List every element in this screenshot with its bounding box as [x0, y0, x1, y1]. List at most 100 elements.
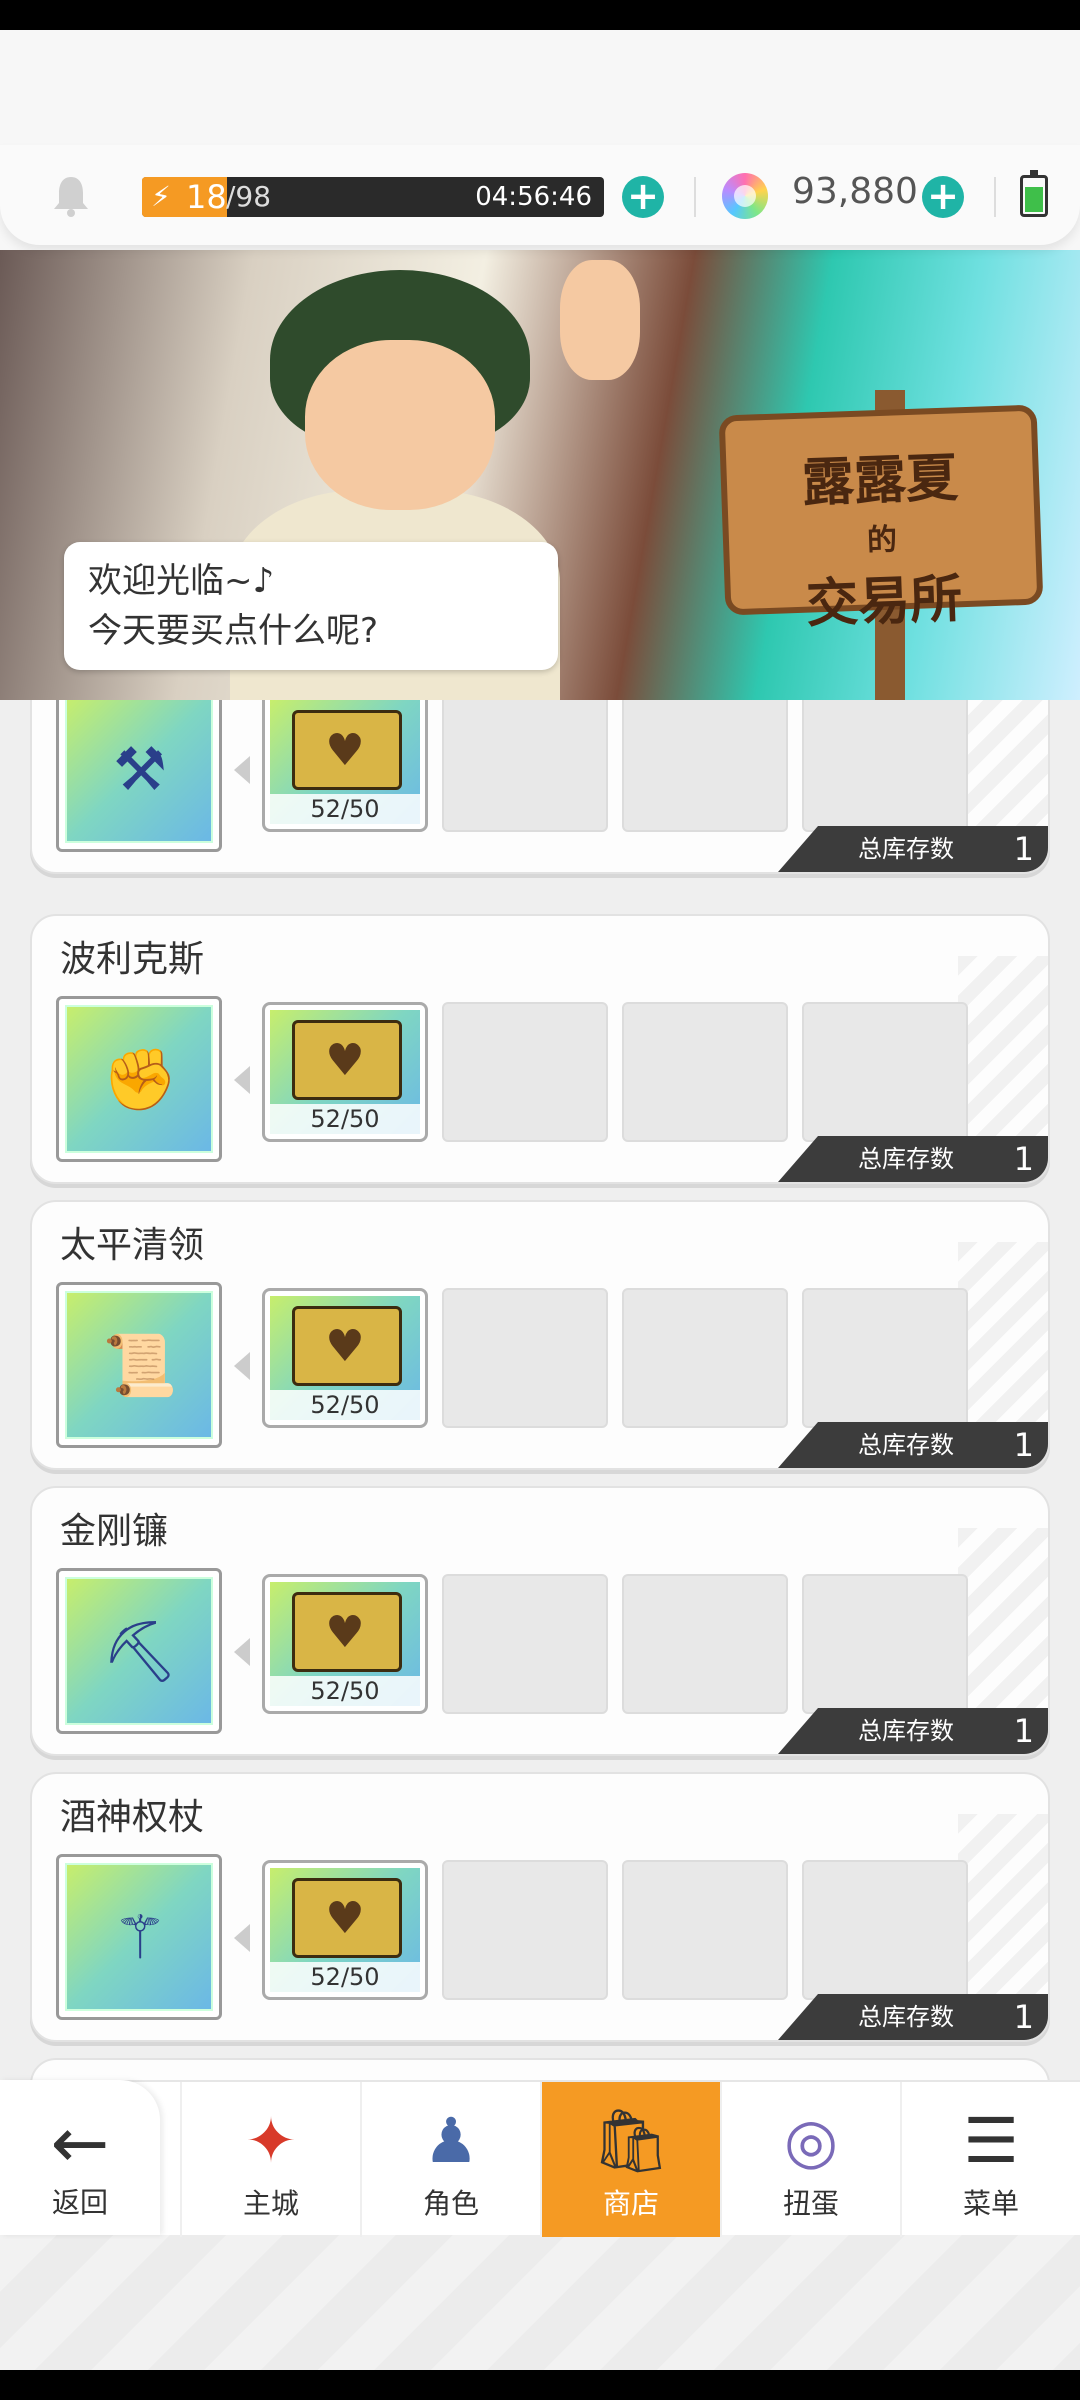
nav-label: 扭蛋	[782, 2187, 839, 2220]
back-label: 返回	[51, 2186, 108, 2219]
card-decoration	[958, 1814, 1048, 2014]
empty-slot	[802, 1860, 968, 2000]
sign-line-1: 露露夏	[800, 448, 959, 514]
item-name: 金刚镰	[60, 1511, 169, 1552]
arrow-left-icon	[234, 756, 250, 784]
shopkeeper-face	[305, 340, 495, 510]
shop-item-card[interactable]: ⚒ ♥ 52/50 总库存数 1	[30, 700, 1050, 874]
add-energy-button[interactable]: +	[622, 176, 664, 218]
shop-banner: 露露夏 的 交易所 欢迎光临~♪ 今天要买点什么呢?	[0, 250, 1080, 700]
lightning-icon: ⚡	[142, 177, 180, 217]
item-slot[interactable]: ⚚	[56, 1854, 222, 2020]
speech-bubble: 欢迎光临~♪ 今天要买点什么呢?	[64, 542, 558, 670]
card-decoration	[958, 700, 1048, 846]
empty-slot	[442, 700, 608, 832]
item-slot[interactable]: ⚒	[56, 700, 222, 852]
shop-item-card[interactable]: 金刚镰 ⛏ ♥ 52/50 总库存数 1	[30, 1486, 1050, 1756]
add-gems-button[interactable]: +	[922, 176, 964, 218]
material-count: 52/50	[270, 1104, 420, 1134]
divider	[694, 177, 696, 217]
item-slot[interactable]: ✊	[56, 996, 222, 1162]
shop-sign: 露露夏 的 交易所	[718, 404, 1044, 635]
card-decoration	[958, 1528, 1048, 1728]
bottom-nav: ✦ 主城 ♟ 角色 🛍 商店 ◎ 扭蛋 ☰ 菜单	[0, 2080, 1080, 2237]
material-count: 52/50	[270, 1390, 420, 1420]
item-slot[interactable]: 📜	[56, 1282, 222, 1448]
stock-label: 总库存数	[858, 2003, 954, 2031]
character-icon: ♟	[423, 2104, 479, 2177]
greeting-line-1: 欢迎光临~♪	[88, 561, 275, 601]
bell-icon[interactable]	[50, 173, 92, 217]
empty-slot	[442, 1002, 608, 1142]
energy-bar: ⚡ 18 /98 04:56:46	[142, 177, 604, 217]
energy-max: /98	[226, 180, 272, 213]
system-status-bar	[0, 0, 1080, 30]
empty-slot	[802, 1288, 968, 1428]
card-decoration	[958, 1242, 1048, 1442]
material-slot[interactable]: ♥ 52/50	[262, 1002, 428, 1142]
shop-item-card[interactable]: 太平清领 📜 ♥ 52/50 总库存数 1	[30, 1200, 1050, 1470]
nav-label: 商店	[602, 2187, 659, 2220]
material-slot[interactable]: ♥ 52/50	[262, 1288, 428, 1428]
material-slot[interactable]: ♥ 52/50	[262, 1860, 428, 2000]
stock-count: 1	[1013, 1712, 1034, 1750]
shop-item-card-partial[interactable]	[30, 2058, 1050, 2080]
nav-label: 菜单	[962, 2187, 1019, 2220]
castle-icon: ✦	[245, 2104, 297, 2177]
item-slot[interactable]: ⛏	[56, 1568, 222, 1734]
shop-item-list[interactable]: ⚒ ♥ 52/50 总库存数 1 波利克斯 ✊ ♥ 52/50 总库存数 1 太平清领 …	[0, 700, 1080, 2080]
shop-item-card[interactable]: 酒神权杖 ⚚ ♥ 52/50 总库存数 1	[30, 1772, 1050, 2042]
gacha-icon: ◎	[783, 2104, 839, 2177]
axe-icon: ⚒	[113, 735, 167, 805]
stock-label: 总库存数	[858, 835, 954, 863]
gem-count: 93,880	[792, 171, 918, 212]
staff-icon: ⚚	[113, 1903, 167, 1973]
divider	[994, 177, 996, 217]
material-count: 52/50	[270, 1962, 420, 1992]
stock-count: 1	[1013, 1140, 1034, 1178]
nav-item-shop[interactable]: 🛍 商店	[540, 2082, 720, 2237]
stock-label: 总库存数	[858, 1431, 954, 1459]
energy-timer: 04:56:46	[475, 182, 592, 212]
scythe-icon: ⛏	[101, 1617, 179, 1687]
heart-icon: ♥	[325, 1893, 365, 1944]
heart-icon: ♥	[325, 1607, 365, 1658]
stock-tab: 总库存数 1	[778, 1136, 1048, 1182]
stock-label: 总库存数	[858, 1145, 954, 1173]
empty-slot	[442, 1860, 608, 2000]
item-name: 波利克斯	[60, 939, 205, 980]
nav-item-main-city[interactable]: ✦ 主城	[180, 2082, 360, 2237]
stock-count: 1	[1013, 830, 1034, 868]
empty-slot	[802, 700, 968, 832]
nav-label: 主城	[242, 2187, 299, 2220]
card-decoration	[958, 956, 1048, 1156]
arrow-left-icon: ←	[50, 2102, 110, 2184]
nav-item-character[interactable]: ♟ 角色	[360, 2082, 540, 2237]
bottom-decoration	[0, 2235, 1080, 2370]
shop-icon: 🛍	[591, 2104, 671, 2177]
stock-count: 1	[1013, 1998, 1034, 2036]
gem-icon	[722, 173, 768, 219]
shop-item-card[interactable]: 波利克斯 ✊ ♥ 52/50 总库存数 1	[30, 914, 1050, 1184]
empty-slot	[622, 1860, 788, 2000]
heart-icon: ♥	[325, 725, 365, 776]
nav-item-menu[interactable]: ☰ 菜单	[900, 2082, 1080, 2237]
material-slot[interactable]: ♥ 52/50	[262, 1574, 428, 1714]
battery-level	[1025, 186, 1043, 212]
back-button[interactable]: ← 返回	[0, 2080, 160, 2235]
empty-slot	[442, 1574, 608, 1714]
nav-item-gacha[interactable]: ◎ 扭蛋	[720, 2082, 900, 2237]
sign-line-2: 交易所	[805, 569, 964, 635]
empty-slot	[622, 1574, 788, 1714]
stock-label: 总库存数	[858, 1717, 954, 1745]
material-count: 52/50	[270, 1676, 420, 1706]
item-name: 太平清领	[60, 1225, 205, 1266]
stock-tab: 总库存数 1	[778, 1708, 1048, 1754]
heart-icon: ♥	[325, 1321, 365, 1372]
material-slot[interactable]: ♥ 52/50	[262, 700, 428, 832]
menu-icon: ☰	[963, 2104, 1019, 2177]
empty-slot	[622, 1002, 788, 1142]
arrow-left-icon	[234, 1066, 250, 1094]
stock-tab: 总库存数 1	[778, 826, 1048, 872]
stock-tab: 总库存数 1	[778, 1422, 1048, 1468]
